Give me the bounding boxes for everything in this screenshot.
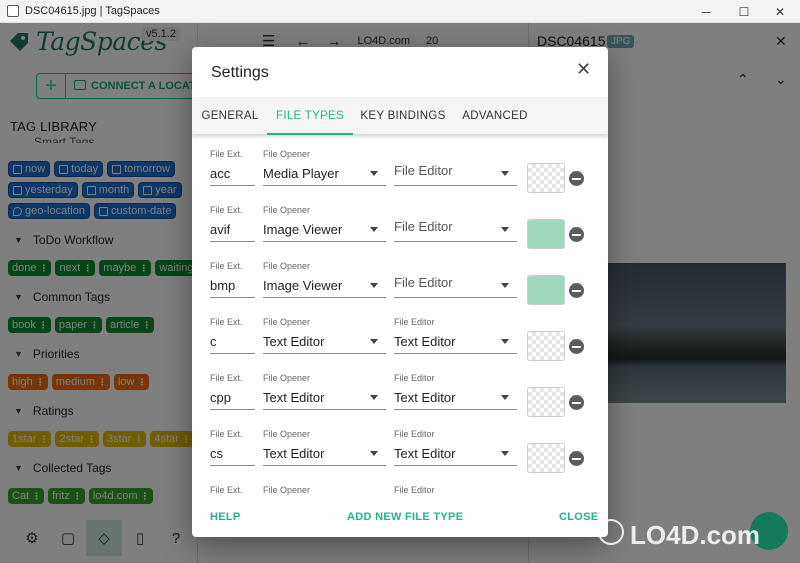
color-swatch[interactable]	[527, 387, 565, 417]
file-ext-input[interactable]: cpp	[210, 387, 255, 410]
tab-key-bindings[interactable]: KEY BINDINGS	[358, 97, 448, 135]
file-ext-label: File Ext.	[210, 485, 243, 495]
file-editor-select[interactable]: File Editor	[394, 219, 517, 242]
close-button[interactable]: CLOSE	[559, 511, 598, 523]
remove-icon[interactable]	[569, 283, 584, 298]
color-swatch[interactable]	[527, 331, 565, 361]
file-type-row: File Ext. File Opener bmp Image Viewer F…	[192, 247, 608, 305]
file-opener-select[interactable]: Text Editor	[263, 331, 386, 354]
file-editor-select[interactable]: Text Editor	[394, 331, 517, 354]
file-editor-select[interactable]: Text Editor	[394, 387, 517, 410]
dropdown-arrow-icon	[370, 227, 378, 232]
file-opener-select[interactable]: Text Editor	[263, 443, 386, 466]
remove-icon[interactable]	[569, 171, 584, 186]
file-type-row: File Ext. File Opener File Editor cs Tex…	[192, 415, 608, 473]
file-opener-label: File Opener	[263, 429, 311, 439]
dropdown-arrow-icon	[501, 451, 509, 456]
window-titlebar: DSC04615.jpg | TagSpaces ─ ☐ ✕	[0, 0, 800, 23]
file-opener-select[interactable]: Image Viewer	[263, 275, 386, 298]
dropdown-arrow-icon	[501, 339, 509, 344]
tab-general[interactable]: GENERAL	[198, 97, 262, 135]
dropdown-arrow-icon	[370, 395, 378, 400]
file-type-row: File Ext. File Opener File Editor cpp Te…	[192, 359, 608, 417]
file-ext-input[interactable]: acc	[210, 163, 255, 186]
file-opener-label: File Opener	[263, 205, 311, 215]
settings-dialog: Settings ✕ GENERAL FILE TYPES KEY BINDIN…	[192, 47, 608, 537]
file-ext-label: File Ext.	[210, 317, 243, 327]
close-icon[interactable]: ✕	[576, 59, 591, 80]
color-swatch[interactable]	[527, 443, 565, 473]
dialog-title: Settings	[211, 64, 269, 81]
file-opener-label: File Opener	[263, 373, 311, 383]
tab-file-types[interactable]: FILE TYPES	[267, 97, 353, 135]
dropdown-arrow-icon	[501, 395, 509, 400]
file-editor-label: File Editor	[394, 317, 435, 327]
file-ext-input[interactable]: avif	[210, 219, 255, 242]
minimize-button[interactable]: ─	[686, 0, 726, 23]
file-opener-select[interactable]: Media Player	[263, 163, 386, 186]
remove-icon[interactable]	[569, 339, 584, 354]
file-ext-label: File Ext.	[210, 429, 243, 439]
remove-icon[interactable]	[569, 395, 584, 410]
file-ext-input[interactable]: c	[210, 331, 255, 354]
file-ext-label: File Ext.	[210, 261, 243, 271]
dropdown-arrow-icon	[501, 227, 509, 232]
watermark-logo-icon	[598, 519, 624, 545]
file-ext-label: File Ext.	[210, 205, 243, 215]
dropdown-arrow-icon	[370, 451, 378, 456]
file-editor-select[interactable]: File Editor	[394, 275, 517, 298]
dropdown-arrow-icon	[501, 171, 509, 176]
file-editor-label: File Editor	[394, 429, 435, 439]
file-opener-label: File Opener	[263, 261, 311, 271]
file-opener-select[interactable]: Image Viewer	[263, 219, 386, 242]
file-type-row: File Ext. File Opener acc Media Player F…	[192, 135, 608, 193]
dropdown-arrow-icon	[501, 283, 509, 288]
color-swatch[interactable]	[527, 275, 565, 305]
file-editor-select[interactable]: File Editor	[394, 163, 517, 186]
file-editor-label: File Editor	[394, 485, 435, 495]
file-ext-input[interactable]: cs	[210, 443, 255, 466]
color-swatch[interactable]	[527, 163, 565, 193]
remove-icon[interactable]	[569, 451, 584, 466]
maximize-button[interactable]: ☐	[724, 0, 764, 23]
settings-tabs: GENERAL FILE TYPES KEY BINDINGS ADVANCED	[192, 97, 608, 135]
help-button[interactable]: HELP	[210, 511, 241, 523]
color-swatch[interactable]	[527, 219, 565, 249]
file-ext-label: File Ext.	[210, 373, 243, 383]
dropdown-arrow-icon	[370, 339, 378, 344]
file-ext-label: File Ext.	[210, 149, 243, 159]
tab-advanced[interactable]: ADVANCED	[457, 97, 533, 135]
watermark: LO4D.com	[630, 520, 761, 550]
file-type-row: File Ext. File Opener File Editor	[192, 471, 608, 495]
app-icon	[7, 5, 19, 17]
window-title: DSC04615.jpg | TagSpaces	[25, 5, 160, 17]
file-editor-select[interactable]: Text Editor	[394, 443, 517, 466]
file-opener-label: File Opener	[263, 317, 311, 327]
file-ext-input[interactable]: bmp	[210, 275, 255, 298]
dropdown-arrow-icon	[370, 171, 378, 176]
dialog-footer: HELP ADD NEW FILE TYPE CLOSE	[192, 497, 608, 537]
close-window-button[interactable]: ✕	[760, 0, 800, 23]
file-type-row: File Ext. File Opener File Editor c Text…	[192, 303, 608, 361]
file-opener-label: File Opener	[263, 485, 311, 495]
file-type-row: File Ext. File Opener avif Image Viewer …	[192, 191, 608, 249]
file-opener-select[interactable]: Text Editor	[263, 387, 386, 410]
file-editor-label: File Editor	[394, 373, 435, 383]
remove-icon[interactable]	[569, 227, 584, 242]
dropdown-arrow-icon	[370, 283, 378, 288]
add-file-type-button[interactable]: ADD NEW FILE TYPE	[347, 511, 463, 523]
file-types-list: File Ext. File Opener acc Media Player F…	[192, 135, 608, 495]
file-opener-label: File Opener	[263, 149, 311, 159]
